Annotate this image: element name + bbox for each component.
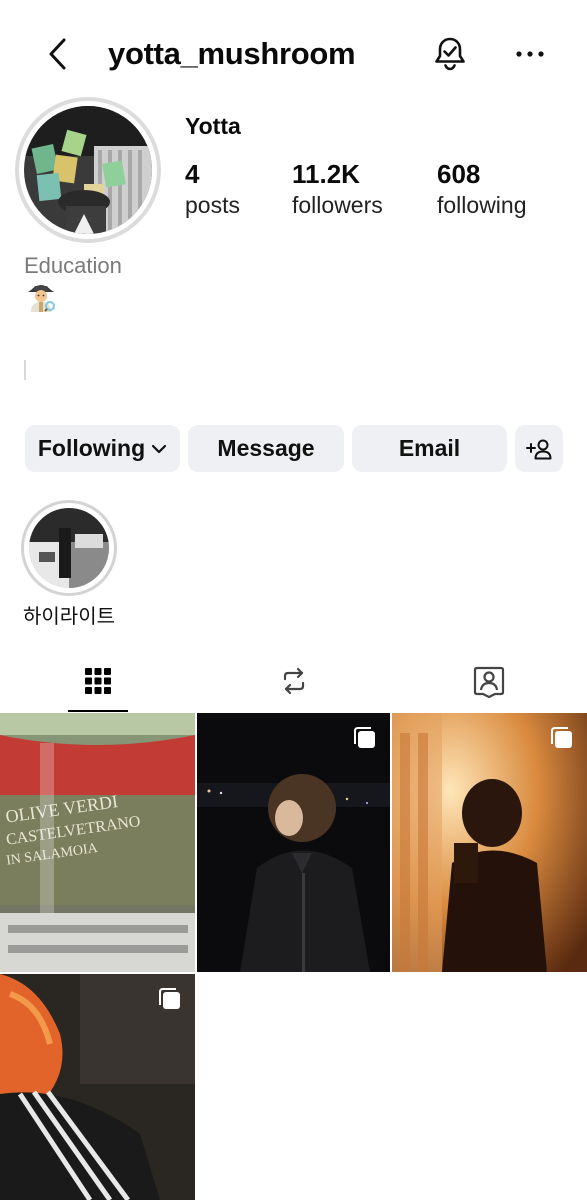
avatar-image	[24, 106, 152, 234]
multiple-photos-icon	[354, 727, 375, 748]
notifications-button[interactable]	[428, 32, 472, 76]
post-thumbnail[interactable]	[197, 713, 390, 972]
post-image: OLIVE VERDI CASTELVETRANO IN SALAMOIA	[0, 713, 195, 972]
chevron-down-icon	[152, 444, 167, 453]
post-thumbnail[interactable]	[392, 713, 587, 972]
email-button[interactable]: Email	[352, 425, 507, 472]
post-image	[392, 713, 587, 972]
more-options-button[interactable]	[508, 32, 552, 76]
tagged-user-icon	[473, 666, 505, 698]
post-thumbnail[interactable]: OLIVE VERDI CASTELVETRANO IN SALAMOIA	[0, 713, 195, 972]
grid-icon	[85, 668, 111, 694]
following-button-label: Following	[37, 435, 146, 461]
profile-username: yotta_mushroom	[108, 36, 356, 71]
multiple-photos-icon	[551, 727, 572, 748]
detective-emoji-icon	[26, 280, 56, 312]
profile-category: Education	[24, 253, 122, 278]
repost-icon	[283, 667, 305, 695]
tab-grid[interactable]	[0, 650, 196, 712]
stat-posts-value: 4	[185, 159, 200, 189]
highlight-label: 하이라이트	[23, 606, 115, 628]
stat-followers-label: followers	[292, 192, 383, 218]
add-user-button[interactable]	[515, 425, 563, 472]
multiple-photos-icon	[159, 988, 180, 1009]
bell-check-icon	[435, 37, 465, 71]
tab-tagged[interactable]	[391, 650, 587, 712]
stat-followers[interactable]: 11.2K followers	[292, 158, 383, 220]
post-thumbnail[interactable]	[0, 974, 195, 1200]
stat-followers-value: 11.2K	[292, 159, 360, 189]
stat-following-value: 608	[437, 159, 481, 189]
active-tab-indicator	[68, 710, 128, 712]
more-horizontal-icon	[516, 51, 544, 57]
profile-avatar[interactable]	[15, 97, 161, 243]
highlight-item[interactable]	[21, 500, 117, 596]
display-name: Yotta	[185, 113, 241, 139]
profile-tabs	[0, 650, 587, 712]
following-button[interactable]: Following	[25, 425, 180, 472]
stat-following[interactable]: 608 following	[437, 158, 527, 220]
message-button-label: Message	[217, 435, 315, 461]
tab-reposts[interactable]	[196, 650, 392, 712]
bio-link-divider	[24, 360, 26, 380]
chevron-left-icon	[49, 38, 66, 70]
highlight-image	[29, 508, 109, 588]
post-image	[197, 713, 390, 972]
stat-following-label: following	[437, 192, 527, 218]
add-user-icon	[526, 439, 552, 459]
email-button-label: Email	[398, 435, 461, 461]
stat-posts-label: posts	[185, 192, 240, 218]
stat-posts[interactable]: 4 posts	[185, 158, 240, 220]
top-bar: yotta_mushroom	[0, 0, 587, 104]
message-button[interactable]: Message	[188, 425, 344, 472]
back-button[interactable]	[40, 32, 74, 76]
